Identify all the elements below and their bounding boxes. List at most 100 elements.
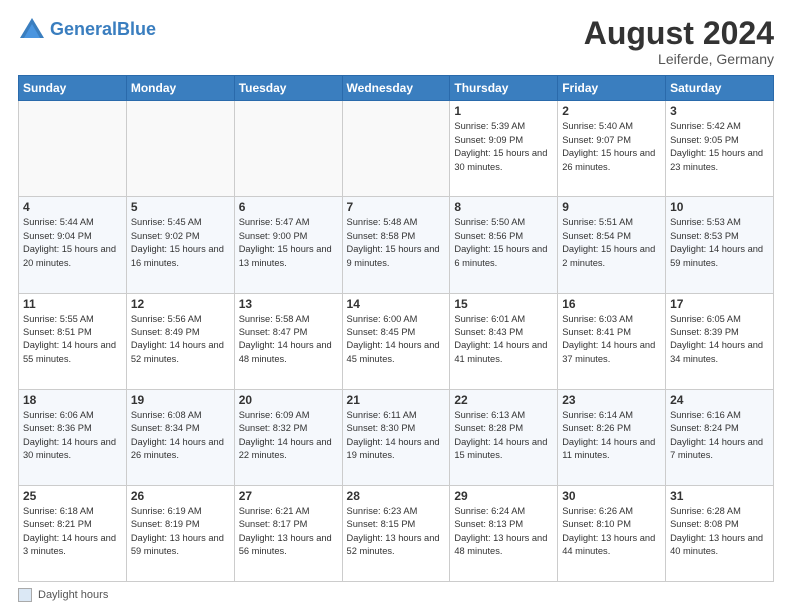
day-info: Sunrise: 6:23 AM Sunset: 8:15 PM Dayligh… [347,505,446,559]
day-number: 19 [131,393,230,407]
calendar-cell: 2 Sunrise: 5:40 AM Sunset: 9:07 PM Daylig… [558,101,666,197]
logo: GeneralBlue [18,16,156,44]
calendar-cell: 14Sunrise: 6:00 AM Sunset: 8:45 PM Dayli… [342,293,450,389]
calendar-table: SundayMondayTuesdayWednesdayThursdayFrid… [18,75,774,582]
calendar-cell: 11Sunrise: 5:55 AM Sunset: 8:51 PM Dayli… [19,293,127,389]
calendar-cell: 30 Sunrise: 6:26 AM Sunset: 8:10 PM Dayli… [558,485,666,581]
day-info: Sunrise: 5:50 AM Sunset: 8:56 PM Dayligh… [454,216,553,270]
day-info: Sunrise: 6:01 AM Sunset: 8:43 PM Dayligh… [454,313,553,367]
calendar-cell: 3Sunrise: 5:42 AM Sunset: 9:05 PM Daylig… [666,101,774,197]
calendar-cell: 23 Sunrise: 6:14 AM Sunset: 8:26 PM Dayli… [558,389,666,485]
day-number: 12 [131,297,230,311]
day-number: 26 [131,489,230,503]
calendar-cell: 26Sunrise: 6:19 AM Sunset: 8:19 PM Dayli… [126,485,234,581]
calendar-cell: 8Sunrise: 5:50 AM Sunset: 8:56 PM Daylig… [450,197,558,293]
weekday-header: Sunday [19,76,127,101]
calendar-cell: 1 Sunrise: 5:39 AM Sunset: 9:09 PM Daylig… [450,101,558,197]
calendar-cell: 6Sunrise: 5:47 AM Sunset: 9:00 PM Daylig… [234,197,342,293]
calendar-cell: 7Sunrise: 5:48 AM Sunset: 8:58 PM Daylig… [342,197,450,293]
day-number: 1 [454,104,553,118]
day-number: 2 [562,104,661,118]
day-info: Sunrise: 5:42 AM Sunset: 9:05 PM Dayligh… [670,120,769,174]
calendar-week-row: 18 Sunrise: 6:06 AM Sunset: 8:36 PM Dayli… [19,389,774,485]
calendar-cell: 29 Sunrise: 6:24 AM Sunset: 8:13 PM Dayli… [450,485,558,581]
day-info: Sunrise: 5:48 AM Sunset: 8:58 PM Dayligh… [347,216,446,270]
weekday-header: Tuesday [234,76,342,101]
day-number: 25 [23,489,122,503]
day-number: 22 [454,393,553,407]
day-info: Sunrise: 6:24 AM Sunset: 8:13 PM Dayligh… [454,505,553,559]
header: GeneralBlue August 2024 Leiferde, German… [18,16,774,67]
legend-label: Daylight hours [38,589,108,601]
weekday-header-row: SundayMondayTuesdayWednesdayThursdayFrid… [19,76,774,101]
day-info: Sunrise: 5:40 AM Sunset: 9:07 PM Dayligh… [562,120,661,174]
calendar-cell [342,101,450,197]
calendar-cell [19,101,127,197]
day-number: 28 [347,489,446,503]
day-number: 17 [670,297,769,311]
calendar-week-row: 25 Sunrise: 6:18 AM Sunset: 8:21 PM Dayli… [19,485,774,581]
calendar-cell: 13 Sunrise: 5:58 AM Sunset: 8:47 PM Dayli… [234,293,342,389]
calendar-cell: 21Sunrise: 6:11 AM Sunset: 8:30 PM Dayli… [342,389,450,485]
weekday-header: Monday [126,76,234,101]
day-info: Sunrise: 5:47 AM Sunset: 9:00 PM Dayligh… [239,216,338,270]
logo-line2: Blue [117,19,156,39]
day-number: 10 [670,200,769,214]
logo-icon [18,16,46,44]
weekday-header: Wednesday [342,76,450,101]
calendar-cell: 25 Sunrise: 6:18 AM Sunset: 8:21 PM Dayli… [19,485,127,581]
calendar-cell: 27 Sunrise: 6:21 AM Sunset: 8:17 PM Dayli… [234,485,342,581]
day-info: Sunrise: 6:26 AM Sunset: 8:10 PM Dayligh… [562,505,661,559]
day-number: 31 [670,489,769,503]
day-info: Sunrise: 6:14 AM Sunset: 8:26 PM Dayligh… [562,409,661,463]
day-info: Sunrise: 5:45 AM Sunset: 9:02 PM Dayligh… [131,216,230,270]
calendar-week-row: 4Sunrise: 5:44 AM Sunset: 9:04 PM Daylig… [19,197,774,293]
day-info: Sunrise: 6:09 AM Sunset: 8:32 PM Dayligh… [239,409,338,463]
day-info: Sunrise: 6:08 AM Sunset: 8:34 PM Dayligh… [131,409,230,463]
day-info: Sunrise: 6:16 AM Sunset: 8:24 PM Dayligh… [670,409,769,463]
day-info: Sunrise: 6:28 AM Sunset: 8:08 PM Dayligh… [670,505,769,559]
day-number: 30 [562,489,661,503]
logo-line1: General [50,19,117,39]
day-number: 23 [562,393,661,407]
legend-box [18,588,32,602]
calendar-cell: 24Sunrise: 6:16 AM Sunset: 8:24 PM Dayli… [666,389,774,485]
weekday-header: Saturday [666,76,774,101]
title-area: August 2024 Leiferde, Germany [584,16,774,67]
day-number: 18 [23,393,122,407]
day-info: Sunrise: 5:56 AM Sunset: 8:49 PM Dayligh… [131,313,230,367]
calendar-cell: 31 Sunrise: 6:28 AM Sunset: 8:08 PM Dayli… [666,485,774,581]
calendar-cell: 5Sunrise: 5:45 AM Sunset: 9:02 PM Daylig… [126,197,234,293]
day-number: 4 [23,200,122,214]
day-info: Sunrise: 6:06 AM Sunset: 8:36 PM Dayligh… [23,409,122,463]
weekday-header: Thursday [450,76,558,101]
calendar-cell: 18 Sunrise: 6:06 AM Sunset: 8:36 PM Dayli… [19,389,127,485]
day-info: Sunrise: 6:18 AM Sunset: 8:21 PM Dayligh… [23,505,122,559]
calendar-cell: 17 Sunrise: 6:05 AM Sunset: 8:39 PM Dayli… [666,293,774,389]
day-info: Sunrise: 5:58 AM Sunset: 8:47 PM Dayligh… [239,313,338,367]
day-number: 14 [347,297,446,311]
day-info: Sunrise: 5:39 AM Sunset: 9:09 PM Dayligh… [454,120,553,174]
day-number: 11 [23,297,122,311]
calendar-cell: 16 Sunrise: 6:03 AM Sunset: 8:41 PM Dayli… [558,293,666,389]
calendar-cell: 10Sunrise: 5:53 AM Sunset: 8:53 PM Dayli… [666,197,774,293]
day-number: 9 [562,200,661,214]
day-number: 20 [239,393,338,407]
calendar-cell: 12 Sunrise: 5:56 AM Sunset: 8:49 PM Dayli… [126,293,234,389]
calendar-cell: 19 Sunrise: 6:08 AM Sunset: 8:34 PM Dayli… [126,389,234,485]
day-number: 16 [562,297,661,311]
day-number: 27 [239,489,338,503]
month-title: August 2024 [584,16,774,51]
calendar-week-row: 1 Sunrise: 5:39 AM Sunset: 9:09 PM Daylig… [19,101,774,197]
calendar-cell: 28 Sunrise: 6:23 AM Sunset: 8:15 PM Dayli… [342,485,450,581]
footer: Daylight hours [18,588,774,602]
day-info: Sunrise: 6:05 AM Sunset: 8:39 PM Dayligh… [670,313,769,367]
calendar-cell [234,101,342,197]
calendar-cell: 22 Sunrise: 6:13 AM Sunset: 8:28 PM Dayli… [450,389,558,485]
day-number: 13 [239,297,338,311]
day-info: Sunrise: 6:11 AM Sunset: 8:30 PM Dayligh… [347,409,446,463]
day-info: Sunrise: 6:21 AM Sunset: 8:17 PM Dayligh… [239,505,338,559]
day-info: Sunrise: 6:03 AM Sunset: 8:41 PM Dayligh… [562,313,661,367]
day-number: 29 [454,489,553,503]
day-info: Sunrise: 6:13 AM Sunset: 8:28 PM Dayligh… [454,409,553,463]
